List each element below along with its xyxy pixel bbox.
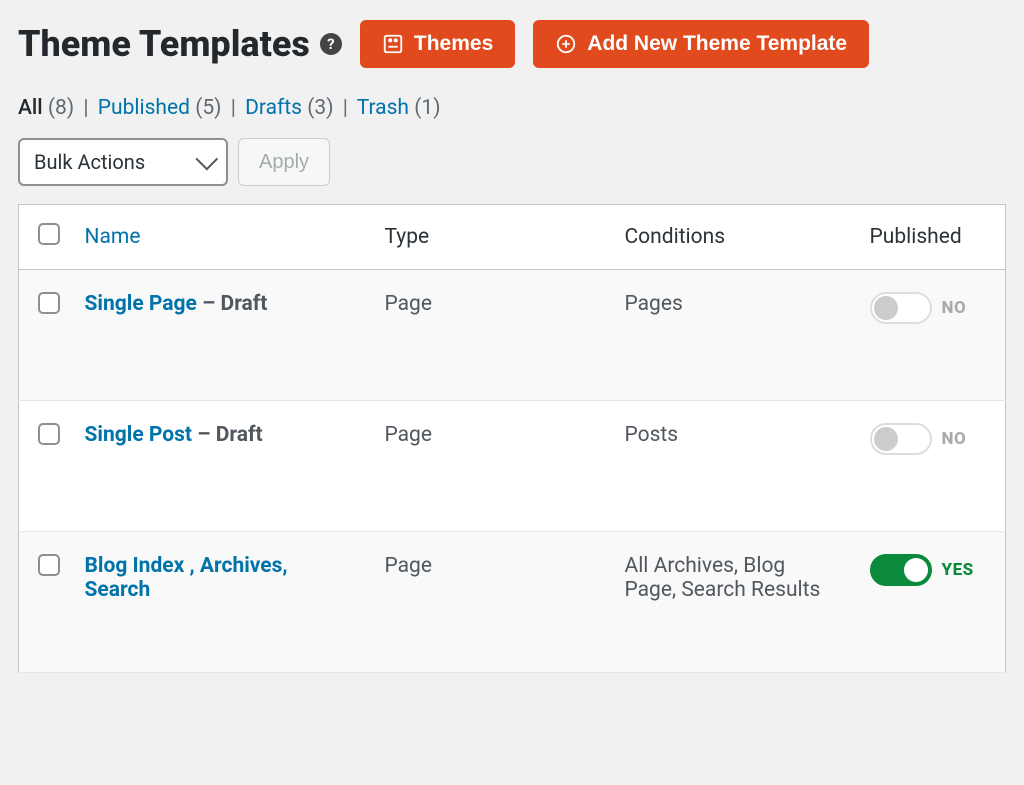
- filter-drafts-count: (3): [307, 96, 333, 120]
- table-row: Blog Index , Archives, Search PageAll Arc…: [19, 532, 1006, 673]
- column-checkbox: [19, 205, 71, 270]
- row-title-link[interactable]: Single Page: [85, 292, 197, 316]
- toggle-label: NO: [942, 298, 967, 318]
- filter-published[interactable]: Published: [98, 96, 190, 120]
- column-conditions: Conditions: [611, 205, 856, 270]
- apply-button-label: Apply: [259, 151, 309, 173]
- plus-circle-icon: [555, 33, 577, 55]
- filter-published-count: (5): [195, 96, 221, 120]
- toggle-knob: [874, 296, 898, 320]
- row-published-cell: NO: [856, 401, 1006, 532]
- themes-button-label: Themes: [414, 32, 493, 56]
- themes-icon: [382, 33, 404, 55]
- toggle-label: YES: [942, 560, 974, 580]
- toggle-label: NO: [942, 429, 967, 449]
- status-filters: All (8) | Published (5) | Drafts (3) | T…: [18, 96, 1006, 120]
- draft-label: – Draft: [197, 292, 268, 316]
- table-row: Single Page – DraftPagePagesNO: [19, 270, 1006, 401]
- filter-all-count: (8): [48, 96, 74, 120]
- themes-button[interactable]: Themes: [360, 20, 515, 68]
- draft-label: – Draft: [192, 423, 263, 447]
- apply-button[interactable]: Apply: [238, 138, 330, 186]
- row-type-cell: Page: [371, 270, 611, 401]
- add-new-template-button[interactable]: Add New Theme Template: [533, 20, 869, 68]
- row-published-cell: YES: [856, 532, 1006, 673]
- row-checkbox[interactable]: [38, 423, 60, 445]
- toggle-switch[interactable]: [870, 423, 932, 455]
- select-all-checkbox[interactable]: [38, 223, 60, 245]
- row-published-cell: NO: [856, 270, 1006, 401]
- row-conditions-cell: Posts: [611, 401, 856, 532]
- filter-trash[interactable]: Trash: [357, 96, 409, 120]
- page-title: Theme Templates ?: [18, 23, 342, 65]
- toggle-knob: [874, 427, 898, 451]
- page-title-text: Theme Templates: [18, 23, 310, 65]
- row-name-cell: Single Post – Draft: [71, 401, 371, 532]
- column-name[interactable]: Name: [71, 205, 371, 270]
- add-new-template-label: Add New Theme Template: [587, 32, 847, 56]
- row-title-link[interactable]: Single Post: [85, 423, 193, 447]
- published-toggle[interactable]: NO: [870, 292, 967, 324]
- row-type-cell: Page: [371, 401, 611, 532]
- column-name-sort[interactable]: Name: [85, 225, 141, 249]
- filter-all[interactable]: All: [18, 96, 43, 120]
- published-toggle[interactable]: NO: [870, 423, 967, 455]
- row-conditions-cell: All Archives, Blog Page, Search Results: [611, 532, 856, 673]
- filter-drafts[interactable]: Drafts: [245, 96, 302, 120]
- bulk-actions-label: Bulk Actions: [34, 150, 145, 174]
- row-title-link[interactable]: Blog Index , Archives, Search: [85, 554, 288, 602]
- row-checkbox[interactable]: [38, 292, 60, 314]
- help-icon[interactable]: ?: [320, 33, 342, 55]
- bulk-actions-select[interactable]: Bulk Actions: [18, 138, 228, 186]
- row-name-cell: Blog Index , Archives, Search: [71, 532, 371, 673]
- row-conditions-cell: Pages: [611, 270, 856, 401]
- row-checkbox-cell: [19, 270, 71, 401]
- column-published: Published: [856, 205, 1006, 270]
- toggle-switch[interactable]: [870, 292, 932, 324]
- row-checkbox-cell: [19, 401, 71, 532]
- toggle-knob: [904, 558, 928, 582]
- toggle-switch[interactable]: [870, 554, 932, 586]
- filter-trash-count: (1): [414, 96, 440, 120]
- published-toggle[interactable]: YES: [870, 554, 974, 586]
- row-checkbox-cell: [19, 532, 71, 673]
- templates-table: Name Type Conditions Published Single Pa…: [18, 204, 1006, 673]
- column-type: Type: [371, 205, 611, 270]
- table-row: Single Post – DraftPagePostsNO: [19, 401, 1006, 532]
- row-type-cell: Page: [371, 532, 611, 673]
- row-checkbox[interactable]: [38, 554, 60, 576]
- row-name-cell: Single Page – Draft: [71, 270, 371, 401]
